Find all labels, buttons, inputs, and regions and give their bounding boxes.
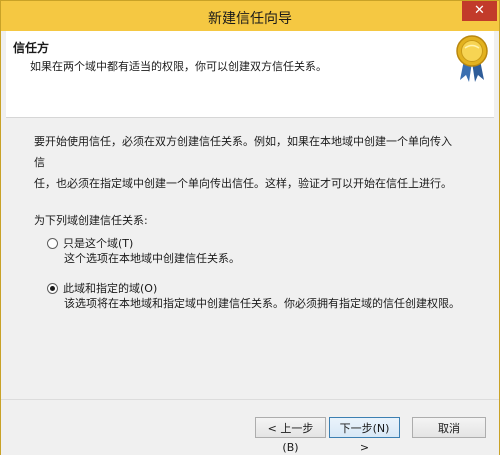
wizard-header: 信任方 如果在两个域中都有适当的权限，你可以创建双方信任关系。: [6, 31, 494, 118]
back-button[interactable]: < 上一步(B): [255, 417, 326, 454]
option-both-domains-description: 该选项将在本地域和指定域中创建信任关系。你必须拥有指定域的信任创建权限。: [64, 297, 460, 310]
option-this-domain-only-description: 这个选项在本地域中创建信任关系。: [64, 252, 240, 265]
option-both-domains[interactable]: 此域和指定的域(O): [47, 280, 157, 296]
page-description: 如果在两个域中都有适当的权限，你可以创建双方信任关系。: [30, 60, 327, 73]
new-trust-wizard-window: 新建信任向导 ✕ 信任方 如果在两个域中都有适当的权限，你可以创建双方信任关系。…: [0, 0, 500, 455]
certificate-ribbon-icon: [456, 35, 488, 82]
close-button[interactable]: ✕: [462, 1, 497, 21]
close-icon: ✕: [474, 3, 485, 18]
intro-line-1: 要开始使用信任，必须在双方创建信任关系。例如，如果在本地域中创建一个单向传入信: [34, 135, 452, 169]
intro-text: 要开始使用信任，必须在双方创建信任关系。例如，如果在本地域中创建一个单向传入信 …: [34, 131, 454, 194]
trust-scope-label: 为下列域创建信任关系:: [34, 214, 148, 227]
window-title: 新建信任向导: [208, 11, 292, 27]
title-bar[interactable]: 新建信任向导 ✕: [1, 1, 499, 31]
radio-this-domain-only[interactable]: [47, 237, 58, 249]
option-this-domain-only-label[interactable]: 只是这个域(T): [63, 235, 133, 251]
intro-line-2: 任，也必须在指定域中创建一个单向传出信任。这样，验证才可以开始在信任上进行。: [34, 177, 452, 190]
next-button[interactable]: 下一步(N) >: [329, 417, 400, 454]
option-both-domains-label[interactable]: 此域和指定的域(O): [63, 280, 157, 296]
radio-both-domains[interactable]: [47, 282, 58, 294]
cancel-button[interactable]: 取消: [412, 417, 486, 438]
wizard-body: 要开始使用信任，必须在双方创建信任关系。例如，如果在本地域中创建一个单向传入信 …: [6, 118, 494, 398]
page-title: 信任方: [13, 41, 50, 55]
option-this-domain-only[interactable]: 只是这个域(T): [47, 235, 133, 251]
button-bar: < 上一步(B) 下一步(N) > 取消: [1, 399, 499, 455]
